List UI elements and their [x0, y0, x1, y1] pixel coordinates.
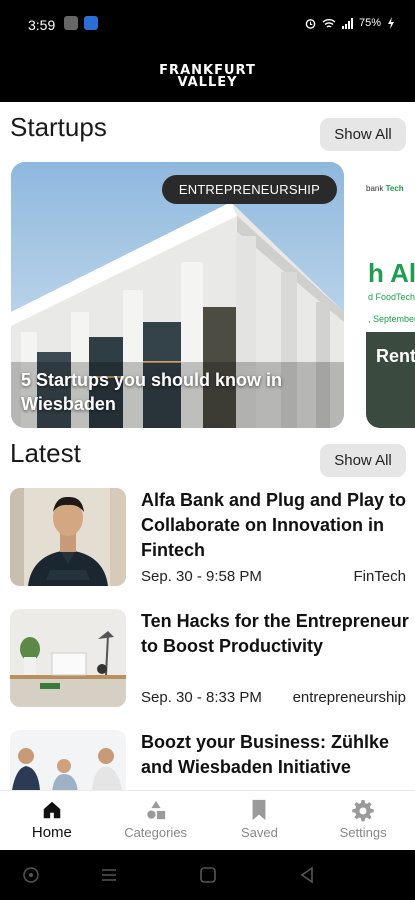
categories-icon [146, 800, 165, 820]
tab-saved[interactable]: Saved [208, 791, 312, 850]
logo-line2: VALLEY [177, 75, 238, 90]
battery-icon [388, 17, 394, 29]
frankfurt-valley-logo[interactable]: FRANKFURT VALLEY [159, 64, 256, 90]
status-right-icons: 75% [305, 17, 395, 29]
peek-date: , September [368, 314, 415, 324]
signal-icon [341, 17, 353, 29]
tab-home[interactable]: Home [0, 791, 104, 850]
tab-categories[interactable]: Categories [104, 791, 208, 850]
peek-brand-left: bank [366, 184, 384, 193]
tab-label: Home [31, 824, 72, 841]
peek-brand: bank Tech [366, 184, 404, 193]
startup-card[interactable]: ENTREPRENEURSHIP 5 Startups you should k… [11, 162, 344, 428]
tab-label: Categories [124, 825, 188, 840]
startups-show-all-button[interactable]: Show All [320, 118, 406, 151]
gear-icon [352, 800, 374, 822]
latest-show-all-button[interactable]: Show All [320, 444, 406, 477]
startups-title: Startups [10, 112, 107, 142]
startups-carousel[interactable]: ENTREPRENEURSHIP 5 Startups you should k… [0, 162, 415, 428]
article-date: Sep. 30 - 9:58 PM [141, 568, 262, 585]
article-item[interactable]: Ten Hacks for the Entrepreneur to Boost … [0, 609, 415, 719]
latest-section-header: Latest Show All [0, 432, 415, 477]
status-time: 3:59 [28, 17, 56, 33]
portrait-image [10, 488, 126, 586]
menu-icon[interactable] [100, 866, 118, 884]
peek-subline: d FoodTech [368, 292, 415, 302]
tab-settings[interactable]: Settings [311, 791, 415, 850]
startup-card-peek[interactable]: bank Tech h All d FoodTech , September R… [366, 162, 415, 428]
gallery-icon [64, 16, 78, 30]
bottom-tab-bar: Home Categories Saved Settings [0, 790, 415, 850]
article-category: FinTech [353, 568, 406, 585]
article-category: entrepreneurship [292, 689, 406, 706]
latest-title: Latest [10, 438, 81, 468]
tab-label: Saved [240, 825, 278, 840]
home-button-icon[interactable] [199, 866, 217, 884]
article-date: Sep. 30 - 8:33 PM [141, 689, 262, 706]
system-nav-bar [0, 850, 415, 900]
assistant-icon[interactable] [22, 866, 40, 884]
startups-section-header: Startups Show All [0, 106, 415, 151]
bookmark-icon [252, 799, 266, 821]
article-title: Alfa Bank and Plug and Play to Collabora… [141, 490, 407, 560]
back-icon[interactable] [298, 866, 316, 884]
status-left-icons [64, 16, 98, 30]
peek-headline: h All [368, 258, 415, 288]
startup-card-caption: 5 Startups you should know in Wiesbaden [21, 370, 283, 414]
article-title: Ten Hacks for the Entrepreneur to Boost … [141, 611, 409, 656]
team-image [10, 730, 126, 790]
article-thumbnail [10, 609, 126, 707]
article-item[interactable]: Alfa Bank and Plug and Play to Collabora… [0, 488, 415, 598]
peek-brand-right: Tech [385, 184, 404, 193]
article-thumbnail [10, 488, 126, 586]
bluetooth-icon [84, 16, 98, 30]
battery-text: 75% [358, 17, 381, 29]
tab-label: Settings [339, 825, 387, 840]
peek-caption: Rent launc on A [376, 346, 415, 366]
article-title: Boozt your Business: Zühlke and Wiesbade… [141, 732, 390, 777]
home-icon [43, 801, 61, 819]
desk-image [10, 609, 126, 707]
wifi-icon [322, 18, 336, 28]
article-item[interactable]: Boozt your Business: Zühlke and Wiesbade… [0, 730, 415, 790]
article-thumbnail [10, 730, 126, 790]
app-header: FRANKFURT VALLEY [0, 52, 415, 102]
main-content[interactable]: Startups Show All ENTREPRENEURSHIP 5 Sta… [0, 102, 415, 790]
alarm-icon [305, 18, 316, 29]
category-badge: ENTREPRENEURSHIP [161, 175, 337, 204]
status-bar: 3:59 75% [0, 0, 415, 52]
